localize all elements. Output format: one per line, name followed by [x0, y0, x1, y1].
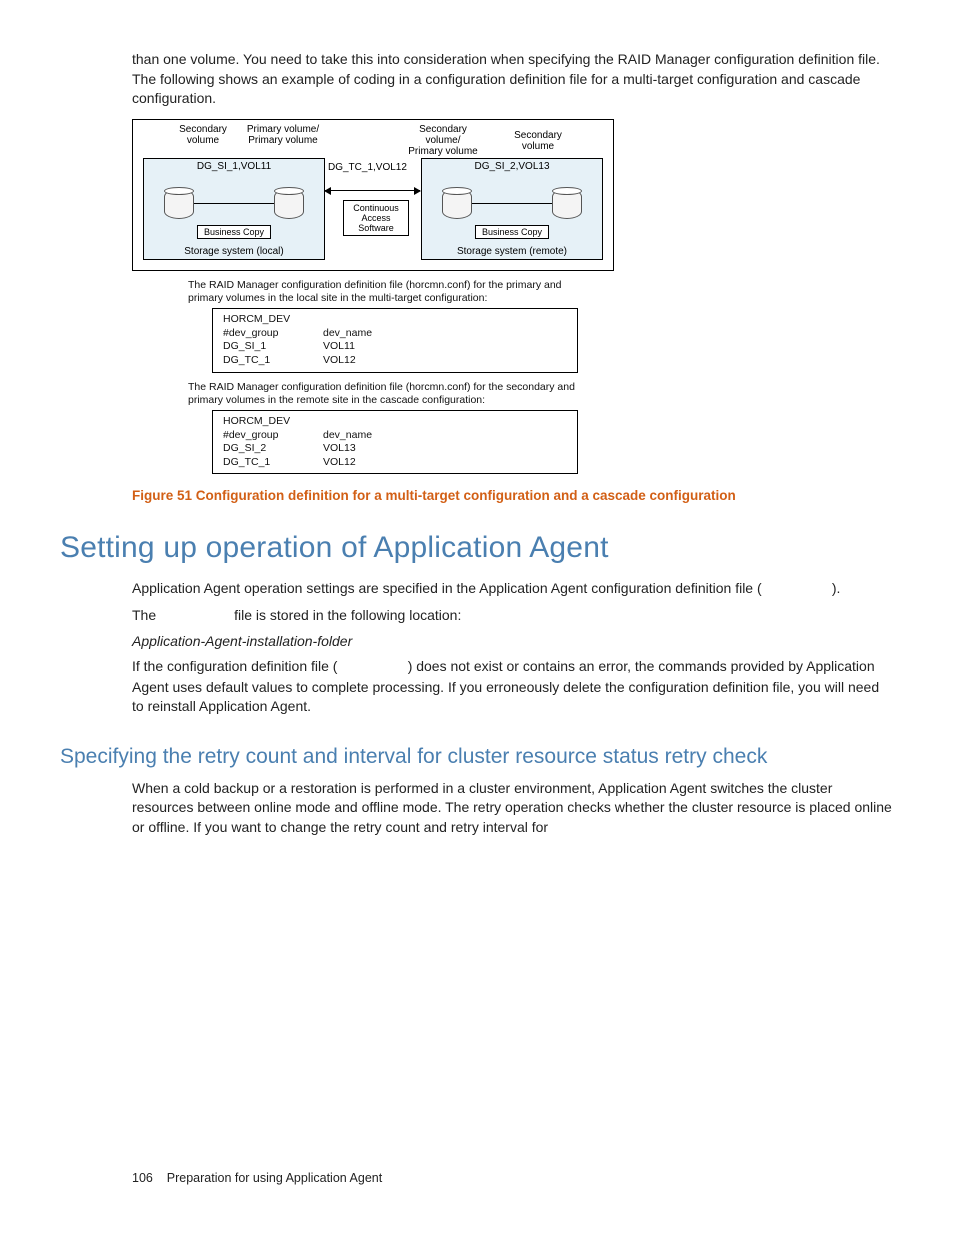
text-span: file is stored in the following location…	[230, 607, 461, 623]
heading-setting-up-operation: Setting up operation of Application Agen…	[60, 531, 894, 565]
intro-paragraph: than one volume. You need to take this i…	[132, 50, 894, 109]
path-italic: Application-Agent-installation-folder	[132, 632, 894, 652]
center-top-label: DG_TC_1,VOL12	[328, 162, 407, 173]
config-description-1: The RAID Manager configuration definitio…	[188, 279, 598, 306]
remote-header: DG_SI_2,VOL13	[422, 161, 602, 172]
diagram-container: Secondary volume Primary volume/ Primary…	[132, 119, 614, 271]
local-header: DG_SI_1,VOL11	[144, 161, 324, 172]
figure-51: Secondary volume Primary volume/ Primary…	[132, 119, 894, 475]
page-number: 106	[132, 1171, 153, 1185]
code-cell: #dev_group	[223, 327, 323, 341]
code-cell: DG_TC_1	[223, 354, 323, 368]
storage-remote-box: DG_SI_2,VOL13 Business Copy Storage syst…	[421, 158, 603, 260]
remote-footer: Storage system (remote)	[422, 246, 602, 257]
label-secondary-volume-left: Secondary volume	[163, 124, 243, 146]
storage-local-box: DG_SI_1,VOL11 Business Copy Storage syst…	[143, 158, 325, 260]
code-cell: DG_SI_1	[223, 340, 323, 354]
code-cell: VOL12	[323, 456, 356, 470]
code-cell: dev_name	[323, 429, 372, 443]
text-span: ).	[832, 580, 841, 596]
code-cell: VOL12	[323, 354, 356, 368]
config-description-2: The RAID Manager configuration definitio…	[188, 381, 598, 408]
code-cell: dev_name	[323, 327, 372, 341]
label-primary-primary-left: Primary volume/ Primary volume	[243, 124, 323, 146]
label-primary-primary-right: Secondary volume/ Primary volume	[403, 124, 483, 157]
page-footer: 106 Preparation for using Application Ag…	[132, 1171, 382, 1185]
paragraph-retry-desc: When a cold backup or a restoration is p…	[132, 779, 894, 838]
config-block-1: HORCM_DEV #dev_groupdev_name DG_SI_1VOL1…	[212, 308, 578, 373]
paragraph-config-missing: If the configuration definition file (in…	[132, 657, 894, 716]
code-cell: DG_SI_2	[223, 442, 323, 456]
local-footer: Storage system (local)	[144, 246, 324, 257]
business-copy-label-local: Business Copy	[197, 225, 271, 239]
heading-retry-count: Specifying the retry count and interval …	[60, 745, 894, 769]
paragraph-file-location: The init.conf file is stored in the foll…	[132, 606, 894, 626]
paragraph-app-agent-settings: Application Agent operation settings are…	[132, 579, 894, 599]
business-copy-label-remote: Business Copy	[475, 225, 549, 239]
continuous-access-box: Continuous Access Software	[343, 200, 409, 236]
figure-caption: Figure 51 Configuration definition for a…	[132, 488, 894, 503]
code-cell: DG_TC_1	[223, 456, 323, 470]
text-span: The	[132, 607, 160, 623]
code-cell: VOL13	[323, 442, 356, 456]
text-span: Application Agent operation settings are…	[132, 580, 762, 596]
config-block-2: HORCM_DEV #dev_groupdev_name DG_SI_2VOL1…	[212, 410, 578, 475]
cylinder-icon	[274, 189, 304, 219]
code-cell: VOL11	[323, 340, 355, 354]
code-cell: #dev_group	[223, 429, 323, 443]
code-line: HORCM_DEV	[223, 313, 567, 327]
label-secondary-volume-right: Secondary volume	[498, 130, 578, 152]
cylinder-icon	[442, 189, 472, 219]
text-span: If the configuration definition file (	[132, 658, 337, 674]
code-line: HORCM_DEV	[223, 415, 567, 429]
cylinder-icon	[552, 189, 582, 219]
cylinder-icon	[164, 189, 194, 219]
footer-title: Preparation for using Application Agent	[167, 1171, 382, 1185]
